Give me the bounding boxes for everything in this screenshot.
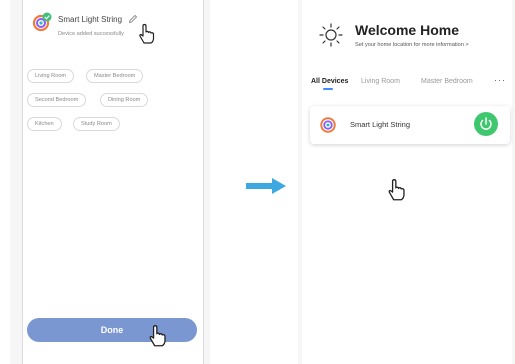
room-chip-master-bedroom[interactable]: Master Bedroom [86, 69, 144, 83]
power-icon [480, 117, 492, 130]
power-button[interactable] [474, 112, 498, 136]
hand-pointer-icon [139, 23, 155, 44]
device-logo-icon [32, 12, 52, 32]
check-badge-icon [42, 12, 52, 22]
device-name-label: Smart Light String [58, 15, 123, 24]
room-chip-second-bedroom[interactable]: Second Bedroom [27, 93, 87, 107]
tab-all-devices[interactable]: All Devices [311, 78, 348, 85]
device-card-name: Smart Light String [350, 120, 411, 129]
device-status-text: Device added successfully [58, 31, 124, 37]
active-tab-indicator [323, 88, 333, 90]
sun-icon [319, 23, 343, 47]
room-chip-study-room[interactable]: Study Room [73, 117, 120, 131]
arrow-right-icon [246, 178, 286, 194]
home-location-link[interactable]: Set your home location for more informat… [355, 42, 469, 48]
hand-pointer-icon [149, 325, 166, 347]
page-title: Welcome Home [355, 22, 459, 38]
hand-pointer-icon [388, 179, 405, 201]
room-chip-kitchen[interactable]: Kitchen [27, 117, 62, 131]
tab-master-bedroom[interactable]: Master Bedroom [421, 78, 473, 85]
tab-living-room[interactable]: Living Room [361, 78, 400, 85]
more-options-button[interactable]: ··· [494, 75, 506, 85]
room-chip-dining-room[interactable]: Dining Room [100, 93, 149, 107]
left-phone-screen [22, 0, 204, 364]
device-logo-icon [320, 117, 336, 133]
room-chip-living-room[interactable]: Living Room [27, 69, 75, 83]
